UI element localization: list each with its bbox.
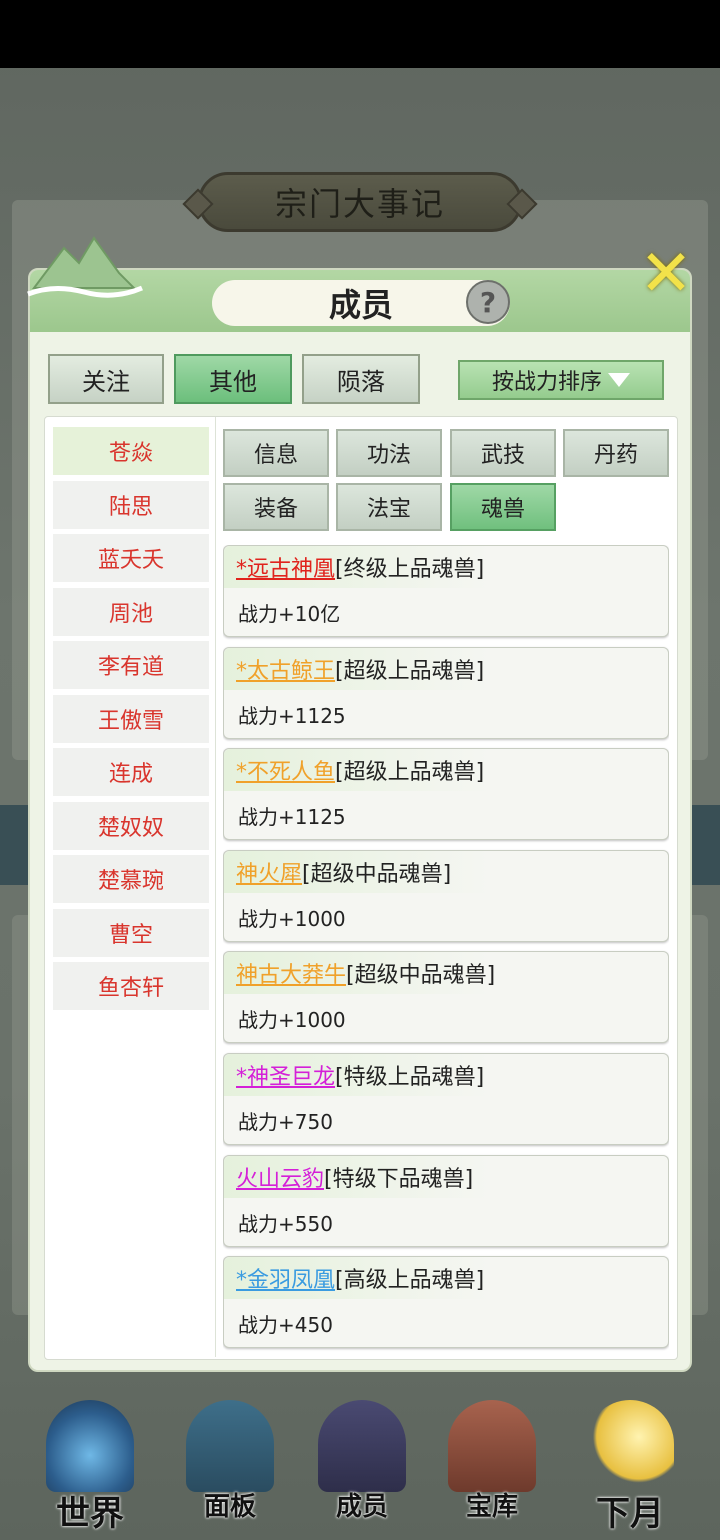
- mountain-decoration-icon: [27, 236, 143, 298]
- beast-name[interactable]: *太古鲸王: [236, 653, 335, 685]
- treasury-icon: [448, 1400, 536, 1492]
- tab-pills[interactable]: 丹药: [563, 429, 669, 477]
- member-item[interactable]: 王傲雪: [53, 694, 209, 743]
- member-item[interactable]: 周池: [53, 587, 209, 636]
- members-icon: [318, 1400, 406, 1492]
- beast-card[interactable]: 神火犀 [超级中品魂兽] 战力+1000: [223, 849, 669, 942]
- beast-grade: [特级上品魂兽]: [335, 1064, 485, 1090]
- tab-soul-beast[interactable]: 魂兽: [450, 483, 556, 531]
- beast-power: 战力+1000: [238, 1008, 346, 1033]
- beast-name[interactable]: 火山云豹: [236, 1161, 324, 1193]
- nav-label: 世界: [56, 1494, 124, 1534]
- tab-equipment[interactable]: 装备: [223, 483, 329, 531]
- close-button[interactable]: ✕: [636, 242, 696, 306]
- status-bar: [0, 0, 720, 68]
- nav-next-month[interactable]: 下月: [586, 1400, 674, 1540]
- beast-grade: [超级上品魂兽]: [335, 760, 485, 786]
- beast-grade: [高级上品魂兽]: [335, 1268, 485, 1294]
- beast-name[interactable]: *金羽凤凰: [236, 1262, 335, 1294]
- members-panel: 成员 ? ✕ 关注 其他 陨落 按战力排序 苍焱 陆思 蓝夭夭 周池 李有道 王…: [27, 236, 693, 1372]
- panel-icon: [186, 1400, 274, 1492]
- member-item[interactable]: 李有道: [53, 641, 209, 689]
- filter-fallen[interactable]: 陨落: [302, 354, 420, 404]
- member-item[interactable]: 楚奴奴: [53, 801, 209, 850]
- beast-power: 战力+1000: [238, 906, 346, 931]
- member-list: 苍焱 陆思 蓝夭夭 周池 李有道 王傲雪 连成 楚奴奴 楚慕琬 曹空 鱼杏轩: [53, 427, 209, 1016]
- beast-card[interactable]: *神圣巨龙 [特级上品魂兽] 战力+750: [223, 1052, 669, 1145]
- member-item[interactable]: 苍焱: [53, 427, 209, 475]
- member-item[interactable]: 楚慕琬: [53, 855, 209, 903]
- beast-card[interactable]: 火山云豹 [特级下品魂兽] 战力+550: [223, 1154, 669, 1247]
- beast-grade: [超级中品魂兽]: [346, 963, 496, 989]
- world-icon: [46, 1400, 134, 1492]
- beast-card[interactable]: *金羽凤凰 [高级上品魂兽] 战力+450: [223, 1256, 669, 1349]
- beast-name[interactable]: *神圣巨龙: [236, 1059, 335, 1091]
- sort-label: 按战力排序: [491, 370, 602, 395]
- filter-follow[interactable]: 关注: [48, 354, 164, 404]
- beast-power: 战力+10亿: [238, 602, 341, 626]
- chevron-down-icon: [608, 373, 630, 387]
- sort-dropdown[interactable]: 按战力排序: [458, 360, 664, 400]
- beast-card[interactable]: 神古大莽牛 [超级中品魂兽] 战力+1000: [223, 951, 669, 1044]
- beast-card[interactable]: *远古神凰 [终级上品魂兽] 战力+10亿: [223, 545, 669, 637]
- nav-label: 下月: [596, 1494, 664, 1534]
- tab-treasure[interactable]: 法宝: [336, 483, 442, 531]
- tab-martial-arts[interactable]: 武技: [450, 429, 556, 477]
- member-item[interactable]: 鱼杏轩: [53, 962, 209, 1010]
- member-item[interactable]: 连成: [53, 748, 209, 796]
- beast-name[interactable]: 神火犀: [236, 856, 302, 888]
- member-item[interactable]: 蓝夭夭: [53, 534, 209, 582]
- beast-power: 战力+750: [238, 1109, 333, 1134]
- beast-power: 战力+1125: [238, 703, 346, 728]
- page-title: 宗门大事记: [198, 172, 522, 232]
- nav-panel[interactable]: 面板: [186, 1400, 274, 1540]
- beast-power: 战力+450: [238, 1313, 333, 1338]
- beast-card[interactable]: *太古鲸王 [超级上品魂兽] 战力+1125: [223, 646, 669, 739]
- beast-grade: [终级上品魂兽]: [335, 557, 485, 582]
- nav-members[interactable]: 成员: [318, 1400, 406, 1540]
- beast-card[interactable]: *不死人鱼 [超级上品魂兽] 战力+1125: [223, 748, 669, 841]
- nav-treasury[interactable]: 宝库: [448, 1400, 536, 1540]
- nav-label: 面板: [203, 1492, 256, 1522]
- beast-name[interactable]: *不死人鱼: [236, 754, 335, 786]
- content-area: 苍焱 陆思 蓝夭夭 周池 李有道 王傲雪 连成 楚奴奴 楚慕琬 曹空 鱼杏轩 信…: [44, 416, 678, 1360]
- beast-power: 战力+550: [238, 1211, 333, 1236]
- nav-label: 宝库: [465, 1492, 518, 1522]
- nav-label: 成员: [335, 1492, 388, 1522]
- beast-name[interactable]: *远古神凰: [236, 551, 335, 583]
- beast-grade: [超级中品魂兽]: [302, 861, 452, 887]
- help-button[interactable]: ?: [466, 280, 510, 324]
- beast-grade: [特级下品魂兽]: [324, 1166, 474, 1192]
- tab-skills[interactable]: 功法: [336, 429, 442, 477]
- beast-name[interactable]: 神古大莽牛: [236, 957, 346, 989]
- member-item[interactable]: 曹空: [53, 908, 209, 957]
- tab-info[interactable]: 信息: [223, 429, 329, 477]
- nav-world[interactable]: 世界: [46, 1400, 134, 1540]
- member-item[interactable]: 陆思: [53, 480, 209, 529]
- next-month-icon: [586, 1400, 674, 1492]
- beast-power: 战力+1125: [238, 805, 346, 830]
- beast-grade: [超级上品魂兽]: [335, 658, 485, 684]
- filter-other[interactable]: 其他: [174, 354, 292, 404]
- divider: [215, 417, 216, 1357]
- beast-list: *远古神凰 [终级上品魂兽] 战力+10亿 *太古鲸王 [超级上品魂兽] 战力+11…: [223, 545, 669, 1355]
